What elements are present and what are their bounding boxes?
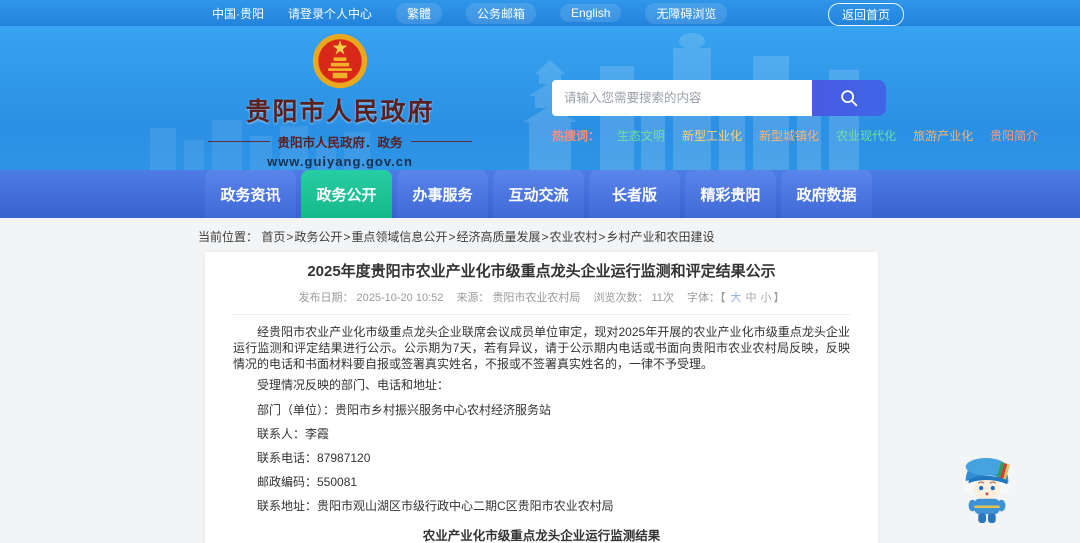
- views-value: 11次: [651, 292, 674, 304]
- contact-phone: 联系电话：87987120: [257, 451, 371, 465]
- breadcrumb-label: 当前位置：: [198, 230, 259, 244]
- breadcrumb-separator: >: [598, 230, 606, 244]
- nav-tab-services[interactable]: 办事服务: [397, 170, 488, 218]
- contact-department: 部门（单位）：贵阳市乡村振兴服务中心农村经济服务站: [257, 403, 552, 417]
- breadcrumb-economy[interactable]: 经济高质量发展: [456, 230, 540, 244]
- breadcrumb-agriculture[interactable]: 农业农村: [549, 230, 597, 244]
- font-size-label: 字体：【: [686, 292, 726, 304]
- breadcrumb-separator: >: [541, 230, 549, 244]
- nav-tab-splendid-guiyang[interactable]: 精彩贵阳: [685, 170, 776, 218]
- site-header: 贵阳市人民政府 贵阳市人民政府．政务 www.guiyang.gov.cn 热: [0, 26, 1080, 170]
- breadcrumb-home[interactable]: 首页: [261, 230, 285, 244]
- font-size-bracket: 】: [773, 292, 785, 304]
- nav-tab-gov-disclosure[interactable]: 政务公开: [301, 170, 392, 218]
- site-brand[interactable]: 贵阳市人民政府 贵阳市人民政府．政务 www.guiyang.gov.cn: [208, 32, 473, 169]
- nav-tab-interaction[interactable]: 互动交流: [493, 170, 584, 218]
- table-caption: 农业产业化市级重点龙头企业运行监测结果: [422, 529, 661, 543]
- breadcrumb-gov-disclosure[interactable]: 政务公开: [294, 230, 342, 244]
- hot-word-ecology[interactable]: 生态文明: [617, 127, 665, 144]
- nav-tab-news[interactable]: 政务资讯: [205, 170, 296, 218]
- hot-search-row: 热搜词： 生态文明 新型工业化 新型城镇化 农业现代化 旅游产业化 贵阳简介: [552, 127, 1038, 144]
- site-url: www.guiyang.gov.cn: [267, 154, 413, 169]
- search-input[interactable]: [552, 80, 812, 116]
- hot-word-new-industry[interactable]: 新型工业化: [682, 127, 742, 144]
- site-title: 贵阳市人民政府: [245, 98, 435, 126]
- article-paragraph: 受理情况反映的部门、电话和地址：: [257, 378, 450, 392]
- subtitle-rule-right: [410, 141, 473, 142]
- search-button[interactable]: [812, 80, 886, 116]
- article-paragraph: 经贵阳市农业产业化市级重点龙头企业联席会议成员单位审定，现对2025年开展的农业…: [233, 325, 850, 371]
- font-size-large-button[interactable]: 大: [730, 292, 741, 304]
- topbar-link-traditional-chinese[interactable]: 繁體: [396, 2, 443, 24]
- font-size-medium-button[interactable]: 中: [745, 292, 756, 304]
- hot-word-guiyang-intro[interactable]: 贵阳简介: [990, 127, 1038, 144]
- nav-tab-senior-version[interactable]: 长者版: [589, 170, 680, 218]
- article-meta: 发布日期： 2025-10-20 10:52 来源： 贵阳市农业农村局 浏览次数： 1…: [233, 289, 850, 315]
- views-label: 浏览次数：: [593, 292, 649, 304]
- hot-word-agriculture[interactable]: 农业现代化: [836, 127, 896, 144]
- subtitle-rule-left: [208, 141, 270, 142]
- article-card: 2025年度贵阳市农业产业化市级重点龙头企业运行监测和评定结果公示 发布日期： 2…: [205, 252, 878, 543]
- breadcrumb-key-info[interactable]: 重点领域信息公开: [351, 230, 447, 244]
- hot-word-tourism[interactable]: 旅游产业化: [913, 127, 973, 144]
- site-subtitle-text: 贵阳市人民政府．政务: [277, 136, 403, 150]
- page-title: 2025年度贵阳市农业产业化市级重点龙头企业运行监测和评定结果公示: [307, 263, 776, 280]
- topbar-link-china-guiyang[interactable]: 中国·贵阳: [212, 5, 264, 22]
- top-utility-bar: 中国·贵阳 请登录个人中心 繁體 公务邮箱 English 无障碍浏览 返回首页: [0, 0, 1080, 26]
- page: 中国·贵阳 请登录个人中心 繁體 公务邮箱 English 无障碍浏览 返回首页: [0, 0, 1080, 543]
- breadcrumb-separator: >: [343, 230, 351, 244]
- main-nav: 政务资讯 政务公开 办事服务 互动交流 长者版 精彩贵阳 政府数据: [0, 170, 1080, 218]
- mascot-icon: [963, 458, 1011, 523]
- publish-date-label: 发布日期：: [298, 292, 354, 304]
- topbar-links: 中国·贵阳 请登录个人中心 繁體 公务邮箱 English 无障碍浏览: [0, 2, 728, 24]
- hot-search-label: 热搜词：: [552, 129, 601, 143]
- source-value: 贵阳市农业农村局: [492, 292, 581, 304]
- search-area: 热搜词： 生态文明 新型工业化 新型城镇化 农业现代化 旅游产业化 贵阳简介: [552, 80, 1038, 144]
- topbar-link-official-mail[interactable]: 公务邮箱: [466, 2, 537, 24]
- source-label: 来源：: [456, 292, 490, 304]
- back-to-home-button[interactable]: 返回首页: [828, 3, 905, 26]
- article-body: 经贵阳市农业产业化市级重点龙头企业联席会议成员单位审定，现对2025年开展的农业…: [233, 315, 850, 543]
- content-area: 当前位置： 首页>政务公开>重点领域信息公开>经济高质量发展>农业农村>乡村产业…: [0, 218, 1080, 543]
- publish-date-value: 2025-10-20 10:52: [356, 292, 444, 304]
- topbar-link-english[interactable]: English: [560, 4, 622, 22]
- hot-word-urbanization[interactable]: 新型城镇化: [759, 127, 819, 144]
- breadcrumb-separator: >: [448, 230, 456, 244]
- breadcrumb-rural-industry[interactable]: 乡村产业和农田建设: [607, 230, 715, 244]
- site-subtitle: 贵阳市人民政府．政务: [208, 132, 473, 151]
- nav-tab-gov-data[interactable]: 政府数据: [781, 170, 872, 218]
- search-box: [552, 80, 886, 116]
- topbar-link-login[interactable]: 请登录个人中心: [288, 5, 372, 22]
- contact-address: 联系地址：贵阳市观山湖区市级行政中心二期C区贵阳市农业农村局: [257, 499, 614, 513]
- topbar-link-accessibility[interactable]: 无障碍浏览: [645, 2, 728, 24]
- breadcrumb-separator: >: [286, 230, 294, 244]
- guiyang-mascot[interactable]: [956, 452, 1018, 528]
- contact-person: 联系人：李霞: [257, 427, 330, 441]
- breadcrumb: 当前位置： 首页>政务公开>重点领域信息公开>经济高质量发展>农业农村>乡村产业…: [0, 218, 1080, 245]
- font-size-small-button[interactable]: 小: [760, 292, 771, 304]
- search-icon: [841, 90, 858, 107]
- contact-postcode: 邮政编码：550081: [257, 475, 358, 489]
- national-emblem-logo: [312, 33, 368, 89]
